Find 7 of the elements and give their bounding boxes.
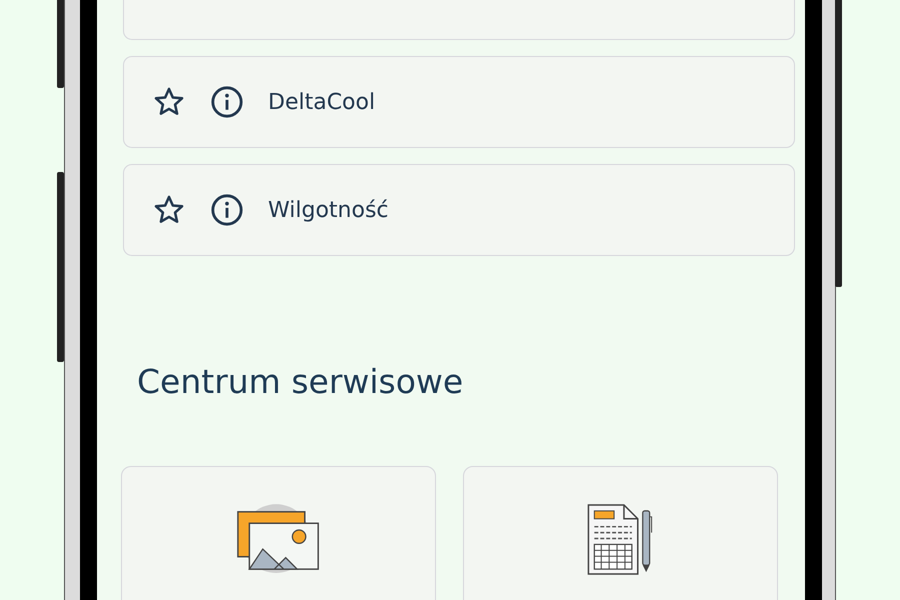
- section-title: Centrum serwisowe: [137, 362, 464, 402]
- list-card[interactable]: Wilgotność: [123, 164, 795, 256]
- info-icon[interactable]: [210, 193, 244, 227]
- device-name: DeltaCool: [268, 90, 376, 114]
- device-name: Wilgotność: [268, 198, 389, 222]
- list-card[interactable]: DeltaCool: [123, 56, 795, 148]
- info-icon[interactable]: [210, 85, 244, 119]
